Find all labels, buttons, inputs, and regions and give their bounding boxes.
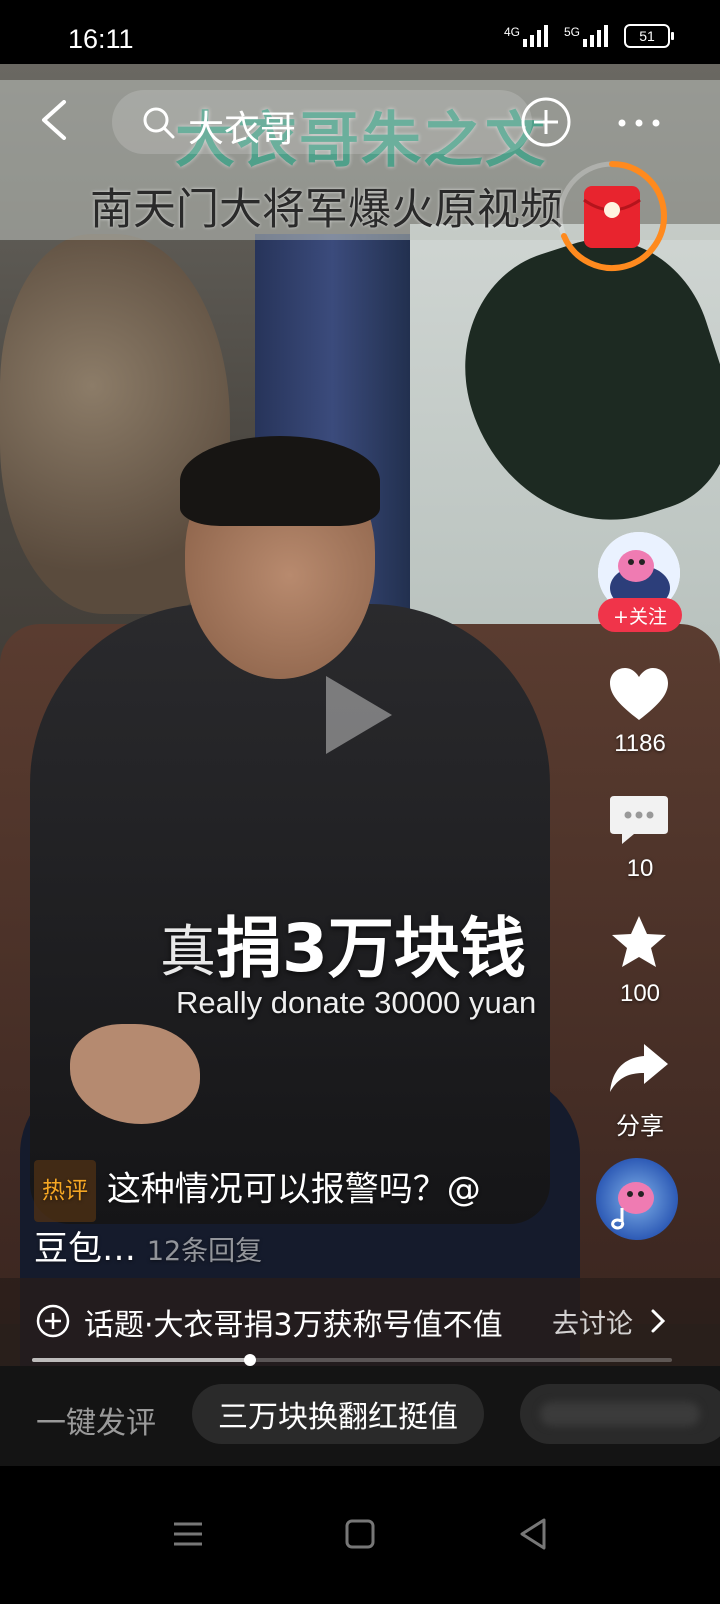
signal-5g-icon: 5G [564,25,608,47]
status-icons: 4G 5G 51 [504,24,674,48]
topic-text: 话题·大衣哥捐3万获称号值不值 [84,1308,503,1343]
share-arrow-icon[interactable] [608,1040,670,1096]
signal-4g-icon: 4G [504,25,548,47]
music-note-icon [611,1182,654,1230]
comment-icon[interactable] [608,792,670,848]
topic-bar[interactable]: 话题·大衣哥捐3万获称号值不值 去讨论 [0,1278,720,1366]
like-heart-icon[interactable] [608,666,670,722]
quick-comment-chip[interactable]: 三万块换翻红挺值 [192,1384,484,1444]
person-hair [180,436,380,526]
subtitle-prefix: 真 [160,920,216,985]
system-nav-bar [0,1466,720,1604]
subtitle-english: Really donate 30000 yuan [176,985,537,1020]
like-count: 1186 [614,730,666,757]
topic-add-icon [36,1304,70,1338]
favorite-star-icon[interactable] [608,914,670,970]
battery-icon: 51 [624,24,674,48]
red-packet-icon[interactable] [556,160,668,272]
battery-level: 51 [639,28,655,44]
comment-count: 10 [626,855,654,882]
home-icon[interactable] [340,1514,380,1554]
clock: 16:11 [68,24,134,54]
subtitle-chinese: 真捐3万块钱 [160,895,526,991]
search-icon [143,107,175,139]
add-circle-icon[interactable] [520,96,572,148]
back-icon[interactable] [36,100,76,140]
follow-button[interactable]: +关注 [598,598,682,632]
top-nav: 大衣哥 [0,80,720,170]
reply-count[interactable]: 12条回复 [147,1236,262,1267]
music-disc[interactable] [596,1158,678,1240]
chevron-right-icon [651,1309,666,1333]
progress-fill [32,1358,250,1362]
hot-comment[interactable]: 热评 这种情况可以报警吗？@ 豆包… 12条回复 [34,1160,554,1279]
playback-progress[interactable] [32,1354,672,1366]
hot-comment-line2: 豆包… 12条回复 [34,1222,554,1279]
hot-comment-text2: 豆包… [34,1229,136,1269]
progress-knob[interactable] [243,1354,256,1366]
favorite-count: 100 [619,980,661,1007]
share-label[interactable]: 分享 [598,1106,682,1141]
hot-comment-badge: 热评 [34,1160,96,1222]
video-title-line2: 南天门大将军爆火原视频 [90,185,563,235]
hot-comment-line1: 热评 这种情况可以报警吗？@ [34,1160,554,1222]
search-query[interactable]: 大衣哥 [188,100,296,152]
play-icon[interactable] [318,670,398,760]
subtitle-main: 捐3万块钱 [216,910,526,987]
quick-comment-label: 一键发评 [36,1406,156,1441]
menu-icon[interactable] [168,1514,208,1554]
back-triangle-icon[interactable] [514,1514,554,1554]
hot-comment-text1: 这种情况可以报警吗？@ [106,1169,481,1210]
topic-discuss-link[interactable]: 去讨论 [552,1302,633,1341]
more-icon[interactable] [614,108,664,138]
quick-comment-bar: 一键发评 三万块换翻红挺值 [0,1366,720,1466]
network-label-4g: 4G [503,25,520,39]
network-label-5g: 5G [563,25,580,39]
quick-comment-chip-obscured[interactable] [520,1384,720,1444]
